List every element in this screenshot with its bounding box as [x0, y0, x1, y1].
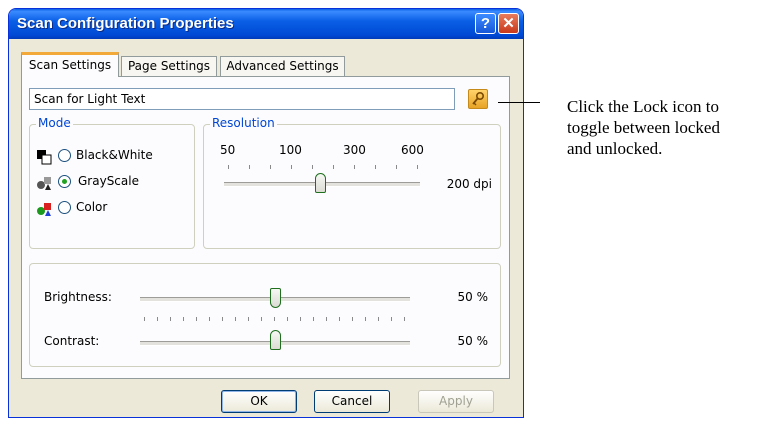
callout-line: Click the Lock icon to [567, 97, 720, 116]
tick-mark [300, 317, 301, 321]
contrast-value: 50 % [457, 334, 489, 348]
tick-mark [354, 165, 355, 169]
tick-mark [417, 165, 418, 169]
tick-mark [291, 165, 292, 169]
tab-advanced-settings[interactable]: Advanced Settings [220, 56, 345, 76]
callout-leader-line [498, 102, 540, 103]
tick-mark [209, 317, 210, 321]
tick-mark [248, 317, 249, 321]
contrast-slider-thumb[interactable] [270, 330, 281, 350]
tick-mark [170, 317, 171, 321]
resolution-tick-label: 300 [343, 143, 366, 157]
tick-mark [157, 317, 158, 321]
callout-line: and unlocked. [567, 139, 663, 158]
tick-mark [365, 317, 366, 321]
window-title: Scan Configuration Properties [17, 15, 234, 32]
resolution-value: 200 dpi [446, 177, 492, 191]
grayscale-radio-dot [62, 179, 67, 184]
tick-mark [391, 317, 392, 321]
tab-scan-settings[interactable]: Scan Settings [21, 52, 119, 77]
tick-mark [396, 165, 397, 169]
color-icon [37, 203, 51, 216]
tick-mark [144, 317, 145, 321]
tick-mark [375, 165, 376, 169]
tick-mark [404, 317, 405, 321]
grayscale-icon [37, 177, 51, 190]
tick-mark [352, 317, 353, 321]
resolution-tick-label: 100 [279, 143, 302, 157]
tick-mark [339, 317, 340, 321]
black-white-label: Black&White [76, 148, 153, 162]
tick-mark [183, 317, 184, 321]
tab-page-settings[interactable]: Page Settings [121, 56, 217, 76]
tick-mark [313, 317, 314, 321]
resolution-ticks [228, 165, 418, 169]
black-white-radio[interactable] [58, 149, 71, 162]
brightness-slider-thumb[interactable] [270, 288, 281, 308]
grayscale-label: GrayScale [78, 174, 139, 188]
close-button[interactable]: ✕ [498, 13, 519, 34]
preset-name-field[interactable]: Scan for Light Text [29, 88, 455, 110]
callout-line: toggle between locked [567, 118, 720, 137]
resolution-slider-thumb[interactable] [315, 173, 326, 193]
resolution-tick-label: 600 [401, 143, 424, 157]
brightness-contrast-group: Brightness: 50 % Contrast: 50 % [29, 263, 501, 367]
tick-mark [287, 317, 288, 321]
tick-mark [228, 165, 229, 169]
tick-mark [312, 165, 313, 169]
resolution-tick-label: 50 [220, 143, 236, 157]
resolution-group-label: Resolution [210, 116, 277, 130]
tick-mark [222, 317, 223, 321]
tick-mark [249, 165, 250, 169]
shared-ticks [144, 317, 406, 321]
grayscale-radio[interactable] [58, 175, 71, 188]
color-radio[interactable] [58, 201, 71, 214]
tick-mark [378, 317, 379, 321]
tick-mark [270, 165, 271, 169]
ok-button[interactable]: OK [221, 390, 297, 413]
lock-icon[interactable] [468, 89, 488, 109]
apply-button[interactable]: Apply [418, 390, 494, 413]
color-label: Color [76, 200, 108, 214]
tick-mark [235, 317, 236, 321]
mode-group: Mode Black&White GrayScale Color [29, 116, 195, 249]
tick-mark [274, 317, 275, 321]
cancel-button[interactable]: Cancel [314, 390, 390, 413]
mode-option-color[interactable]: Color [36, 199, 186, 219]
tick-mark [196, 317, 197, 321]
black-white-icon [37, 150, 52, 165]
brightness-value: 50 % [457, 290, 489, 304]
resolution-group: Resolution 50 100 300 600 200 dpi [203, 116, 501, 249]
mode-option-grayscale[interactable]: GrayScale [36, 173, 186, 193]
brightness-label: Brightness: [44, 290, 112, 304]
lock-icon-glyph [472, 91, 485, 106]
title-bar[interactable]: Scan Configuration Properties ? ✕ [9, 9, 523, 39]
mode-group-label: Mode [36, 116, 73, 130]
tick-mark [326, 317, 327, 321]
tick-mark [333, 165, 334, 169]
mode-option-black-white[interactable]: Black&White [36, 147, 186, 167]
lock-callout: Click the Lock icon to toggle between lo… [567, 96, 782, 159]
tab-panel-scan-settings: Scan for Light Text Mode Black&White Gra… [21, 76, 510, 379]
dialog-window: Scan Configuration Properties ? ✕ Scan S… [8, 8, 524, 418]
tick-mark [261, 317, 262, 321]
help-button[interactable]: ? [475, 13, 496, 34]
contrast-label: Contrast: [44, 334, 100, 348]
